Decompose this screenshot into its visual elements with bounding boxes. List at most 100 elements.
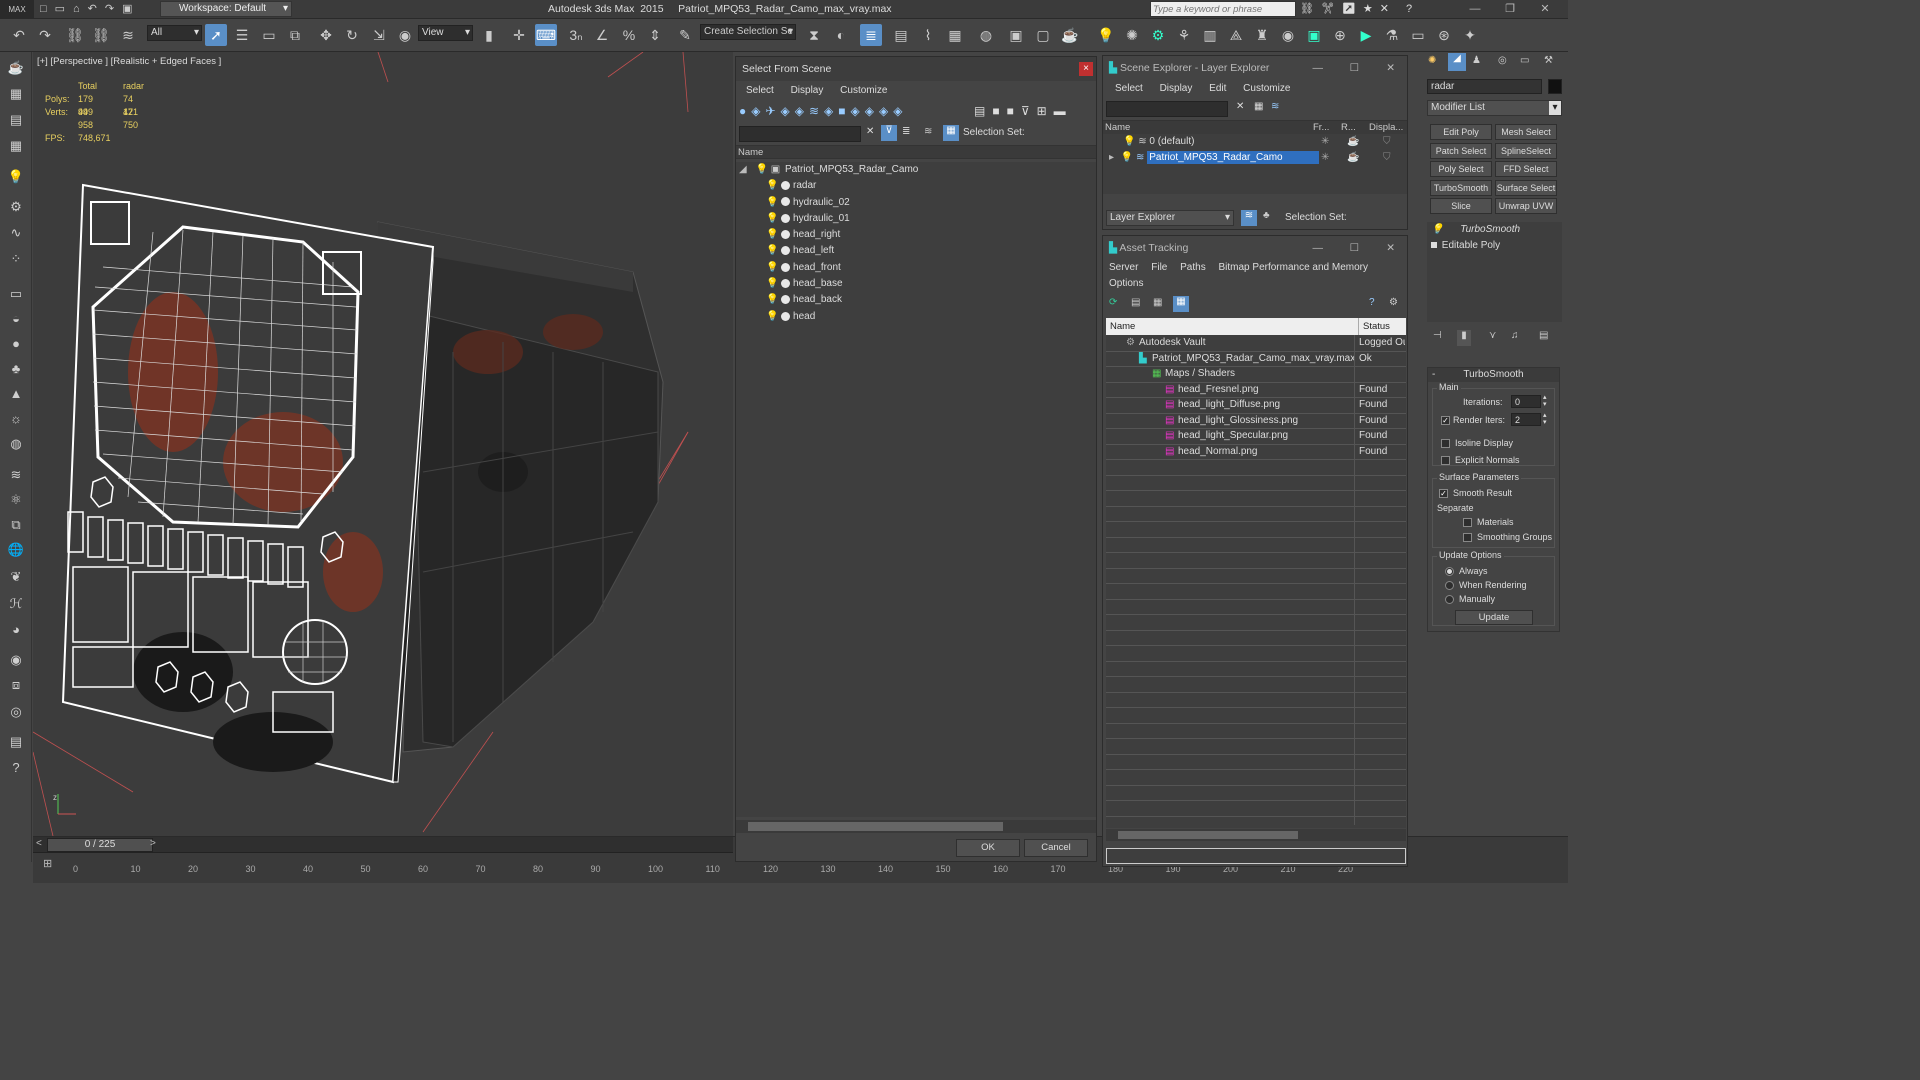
update-button[interactable]: Update <box>1455 610 1533 625</box>
stack-item-editable-poly[interactable]: Editable Poly <box>1427 238 1562 254</box>
at-menu-bitmap[interactable]: Bitmap Performance and Memory <box>1219 260 1369 276</box>
sfs-hscroll-thumb[interactable] <box>748 822 1003 831</box>
se-col-freeze[interactable]: Fr... <box>1313 121 1329 135</box>
visibility-bulb-icon[interactable]: 💡 <box>1123 136 1135 147</box>
at-path-field[interactable] <box>1106 848 1406 864</box>
materials-checkbox[interactable] <box>1463 518 1472 527</box>
modifier-button[interactable]: FFD Select <box>1495 161 1557 177</box>
undo-icon[interactable]: ↶ <box>8 24 30 46</box>
spinner-arrows-icon[interactable]: ▴ ▾ <box>1543 412 1547 426</box>
app-logo[interactable]: MAX <box>0 0 34 19</box>
shell-icon[interactable]: ◕ <box>5 620 27 640</box>
filter-icon[interactable]: ⊽ <box>881 125 897 141</box>
make-unique-icon[interactable]: ⋎ <box>1489 330 1496 341</box>
rect-selection-icon[interactable]: ▭ <box>258 24 280 46</box>
search-input[interactable] <box>1151 2 1295 16</box>
new-layer-icon[interactable]: ≋ <box>1271 101 1279 112</box>
vray-fur-icon[interactable]: ⚙ <box>1147 24 1169 46</box>
angle-snap-icon[interactable]: ∠ <box>591 24 613 46</box>
motion-tab-icon[interactable]: ◎ <box>1498 55 1507 66</box>
spline-icon[interactable]: ∿ <box>5 223 27 243</box>
sfs-object-row[interactable]: 💡 head_front <box>736 260 1096 276</box>
vray-proxy-icon[interactable]: ⚘ <box>1173 24 1195 46</box>
visibility-bulb-icon[interactable]: 💡 <box>766 262 778 273</box>
freeze-icon[interactable]: ✳ <box>1321 134 1329 150</box>
vray-dome-icon[interactable]: ⊕ <box>1329 24 1351 46</box>
freeze-icon[interactable]: ✳ <box>1321 150 1329 166</box>
graphite-ribbon-icon[interactable]: ▤ <box>890 24 912 46</box>
sfs-object-row[interactable]: 💡 radar <box>736 178 1096 194</box>
show-end-result-icon[interactable]: ▮ <box>1457 330 1471 346</box>
reference-coord-select[interactable]: View ▾ <box>418 25 473 41</box>
render-setup-icon[interactable]: ▣ <box>1005 24 1027 46</box>
schematic-view-icon[interactable]: ▦ <box>944 24 966 46</box>
maximize-icon[interactable]: ☐ <box>1350 236 1359 260</box>
smoothing-groups-checkbox[interactable] <box>1463 533 1472 542</box>
cancel-button[interactable]: Cancel <box>1024 839 1088 857</box>
smooth-result-checkbox[interactable]: ✓ <box>1439 489 1448 498</box>
se-explorer-select[interactable]: Layer Explorer ▾ <box>1106 210 1234 226</box>
se-menu-display[interactable]: Display <box>1160 80 1193 98</box>
find-icon[interactable]: ▦ <box>1254 101 1263 112</box>
visibility-bulb-icon[interactable]: 💡 <box>766 294 778 305</box>
named-selection-set-select[interactable]: Create Selection Se ▾ <box>700 24 796 40</box>
vray-light-icon[interactable]: 💡 <box>1095 24 1117 46</box>
track-icon[interactable]: ⊞ <box>43 857 52 870</box>
configure-sets-icon[interactable]: ▤ <box>1539 330 1548 341</box>
update-when-rendering-radio[interactable] <box>1445 581 1454 590</box>
infocenter-icons[interactable]: ⛓✂↗★✕ ? <box>1300 2 1419 15</box>
hierarchy-tab-icon[interactable]: ♟ <box>1472 55 1481 66</box>
display-icon[interactable]: ⛉ <box>1383 134 1391 150</box>
material-editor-icon[interactable]: ◍ <box>975 24 997 46</box>
update-always-radio[interactable] <box>1445 567 1454 576</box>
render-production-icon[interactable]: ☕ <box>1059 24 1081 46</box>
window-crossing-icon[interactable]: ⧉ <box>284 24 306 46</box>
at-menu-options[interactable]: Options <box>1109 276 1143 292</box>
at-menu-file[interactable]: File <box>1151 260 1167 276</box>
se-col-render[interactable]: R... <box>1341 121 1356 135</box>
object-color-swatch[interactable] <box>1548 79 1562 94</box>
display-tab-icon[interactable]: ▭ <box>1520 55 1529 66</box>
time-slider-handle[interactable]: 0 / 225 <box>47 838 153 852</box>
se-search-input[interactable] <box>1106 101 1228 117</box>
clear-icon[interactable]: ✕ <box>1236 101 1244 112</box>
time-prev-icon[interactable]: < <box>36 838 42 849</box>
modifier-list-select[interactable]: Modifier List ▾ <box>1427 100 1562 116</box>
vray-plane-icon[interactable]: ▥ <box>1199 24 1221 46</box>
sfs-search-input[interactable] <box>739 126 861 142</box>
modifier-button[interactable]: Edit Poly <box>1430 124 1492 140</box>
close-icon[interactable]: ✕ <box>1386 56 1395 80</box>
place-icon[interactable]: ◉ <box>394 24 416 46</box>
stairs-icon[interactable]: ⧉ <box>5 515 27 535</box>
pivot-icon[interactable]: ▮ <box>478 24 500 46</box>
mirror-icon[interactable]: ⧗ <box>803 24 825 46</box>
modifier-button[interactable]: Poly Select <box>1430 161 1492 177</box>
object-name-field[interactable] <box>1427 79 1542 94</box>
explicit-normals-checkbox[interactable] <box>1441 456 1450 465</box>
at-col-name[interactable]: Name <box>1110 318 1135 335</box>
time-slider[interactable]: < 0 / 225 > <box>33 837 733 853</box>
workspace-select[interactable]: Workspace: Default ▾ <box>160 1 292 17</box>
visibility-bulb-icon[interactable]: 💡 <box>766 197 778 208</box>
settings-icon[interactable]: ⚙ <box>1389 297 1398 308</box>
sfs-object-row[interactable]: 💡 head <box>736 309 1096 325</box>
isoline-display-checkbox[interactable] <box>1441 439 1450 448</box>
sfs-menu-select[interactable]: Select <box>746 81 774 101</box>
hair-icon[interactable]: ℋ <box>5 594 27 614</box>
vray-tools-icon[interactable]: ⟁ <box>1225 24 1247 46</box>
vray-frame-buffer-icon[interactable]: ▣ <box>1303 24 1325 46</box>
visibility-bulb-icon[interactable]: 💡 <box>766 278 778 289</box>
snaps-toggle-icon[interactable]: 3ₙ <box>565 24 587 46</box>
maximize-icon[interactable]: ☐ <box>1350 56 1359 80</box>
layer-manager-icon[interactable]: ≣ <box>860 24 882 46</box>
helper-icon[interactable]: ⚙ <box>5 197 27 217</box>
tree-icon[interactable]: ▦ <box>1153 297 1162 308</box>
visibility-bulb-icon[interactable]: 💡 <box>1121 152 1133 163</box>
display-icon[interactable]: ⛉ <box>1383 150 1391 166</box>
plant-icon[interactable]: ❦ <box>5 567 27 587</box>
perspective-viewport[interactable]: [+] [Perspective ] [Realistic + Edged Fa… <box>33 52 733 836</box>
layer-row-patriot[interactable]: ▸ 💡 ≋ Patriot_MPQ53_Radar_Camo ✳ ☕ ⛉ <box>1103 150 1407 166</box>
ribbon-icon[interactable]: ≋ <box>5 465 27 485</box>
render-teapot-icon[interactable]: ☕ <box>1347 134 1359 150</box>
align-icon[interactable]: ◐ <box>830 24 852 46</box>
